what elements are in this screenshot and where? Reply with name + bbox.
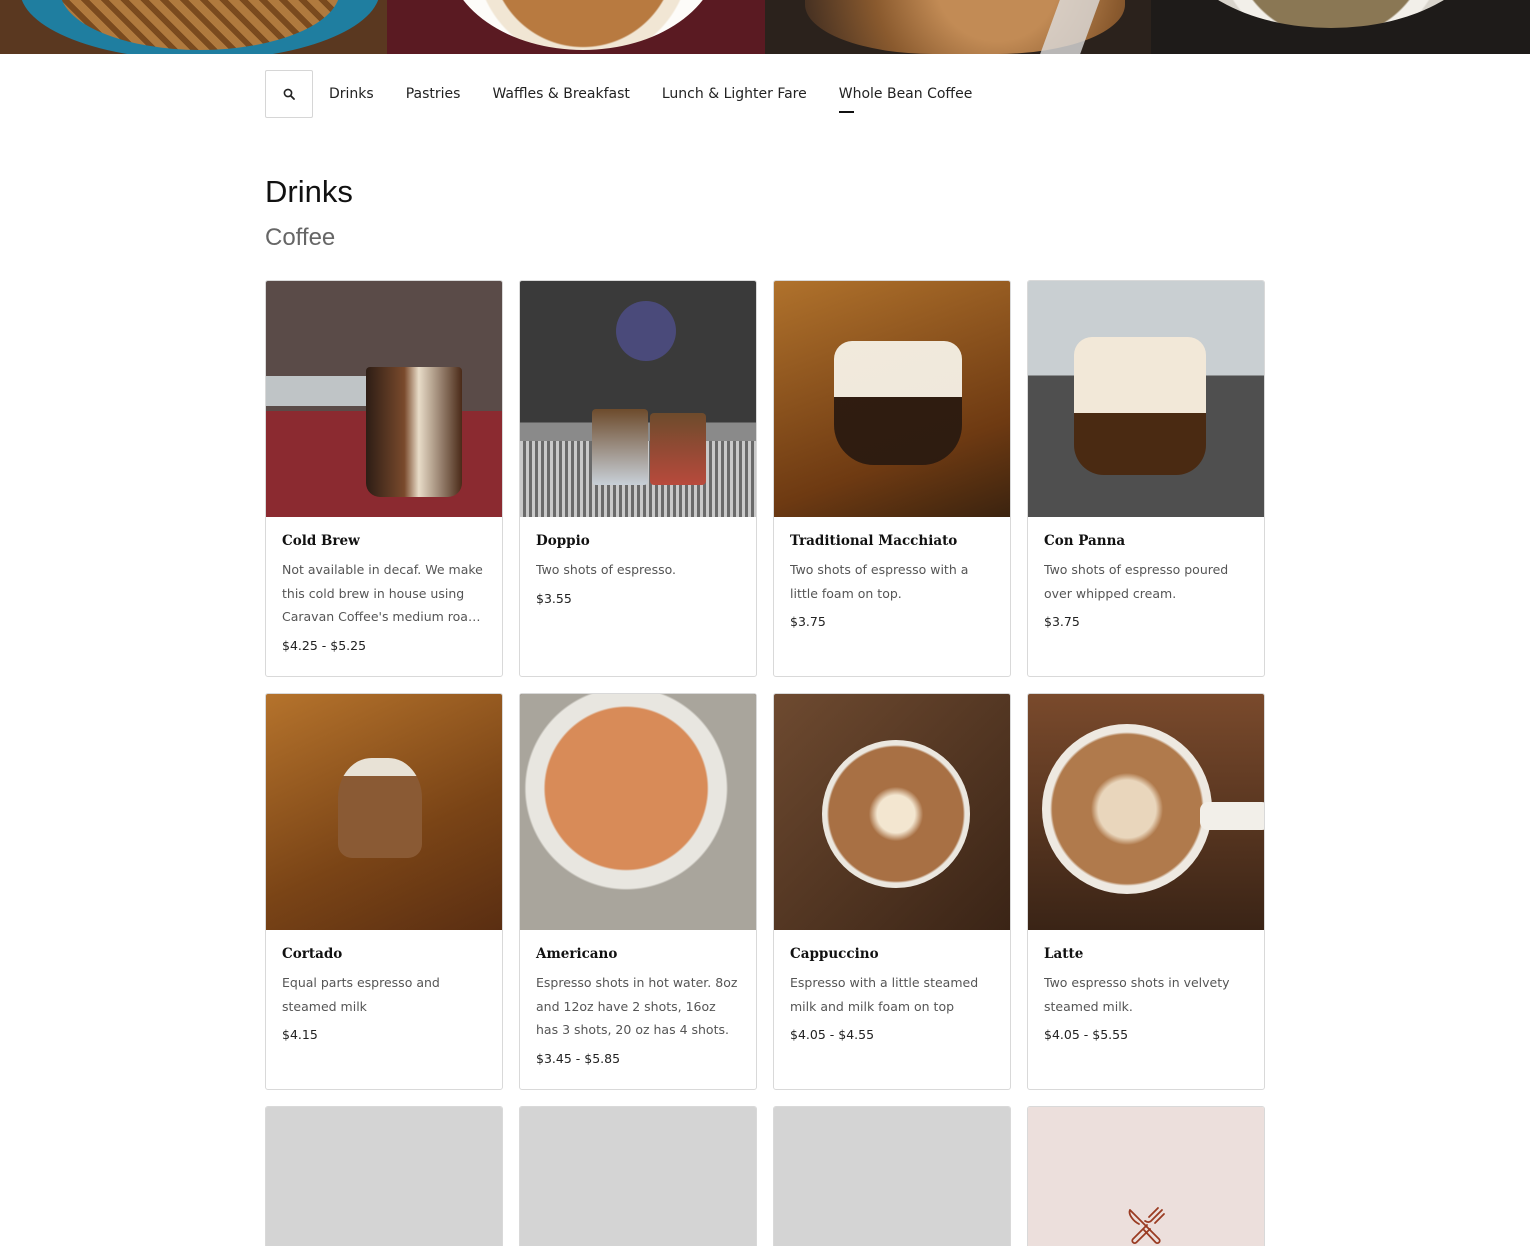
menu-item-image	[774, 694, 1010, 930]
fork-knife-icon	[1128, 1207, 1165, 1244]
menu-item-description: Two shots of espresso poured over whippe…	[1044, 562, 1229, 601]
menu-item-name: Cold Brew	[282, 533, 360, 549]
hero-image-coffee	[1151, 0, 1530, 54]
menu-item-card-loading[interactable]	[265, 1106, 503, 1246]
menu-item-description: Two espresso shots in velvety steamed mi…	[1044, 975, 1230, 1014]
menu-item-name: Traditional Macchiato	[790, 533, 958, 549]
menu-item-description: Equal parts espresso and steamed milk	[282, 975, 440, 1014]
menu-item-description: Two shots of espresso with a little foam…	[790, 562, 969, 601]
menu-item-image-placeholder	[774, 1107, 1010, 1246]
nav-item-pastries[interactable]: Pastries	[406, 80, 461, 108]
menu-item-card[interactable]: Con Panna Two shots of espresso poured o…	[1027, 280, 1265, 677]
menu-item-image	[1028, 281, 1264, 517]
menu-item-image-placeholder	[266, 1107, 502, 1246]
menu-item-price: $4.05 - $4.55	[790, 1027, 875, 1042]
menu-item-card[interactable]: Doppio Two shots of espresso. $3.55	[519, 280, 757, 677]
menu-item-card[interactable]: Cold Brew Not available in decaf. We mak…	[265, 280, 503, 677]
menu-item-image-placeholder	[1028, 1107, 1264, 1246]
hero-image-muffin	[765, 0, 1151, 54]
menu-item-name: Cortado	[282, 946, 343, 962]
hero-image-waffle	[0, 0, 387, 54]
menu-item-card-no-image[interactable]	[1027, 1106, 1265, 1246]
menu-item-card[interactable]: Cappuccino Espresso with a little steame…	[773, 693, 1011, 1090]
menu-item-name: Latte	[1044, 946, 1084, 962]
menu-item-image	[520, 281, 756, 517]
menu-item-card[interactable]: Cortado Equal parts espresso and steamed…	[265, 693, 503, 1090]
menu-item-price: $4.05 - $5.55	[1044, 1027, 1129, 1042]
menu-item-price: $3.55	[536, 590, 572, 606]
menu-item-name: Doppio	[536, 533, 590, 549]
menu-item-price: $3.45 - $5.85	[536, 1050, 621, 1066]
menu-item-card-loading[interactable]	[773, 1106, 1011, 1246]
nav-item-waffles-breakfast[interactable]: Waffles & Breakfast	[492, 80, 629, 108]
menu-item-grid: Cold Brew Not available in decaf. We mak…	[265, 280, 1265, 1246]
menu-item-name: Con Panna	[1044, 533, 1126, 549]
hero-image-latte	[387, 0, 765, 54]
menu-item-name: Cappuccino	[790, 946, 879, 962]
menu-item-description: Espresso shots in hot water. 8oz and 12o…	[536, 975, 738, 1037]
subsection-title: Coffee	[265, 224, 336, 251]
menu-item-image	[1028, 694, 1264, 930]
nav-item-lunch-lighter-fare[interactable]: Lunch & Lighter Fare	[662, 80, 807, 108]
menu-item-price: $4.15	[282, 1027, 318, 1042]
menu-item-card[interactable]: Traditional Macchiato Two shots of espre…	[773, 280, 1011, 677]
menu-item-price: $3.75	[1044, 614, 1080, 629]
menu-item-image	[266, 694, 502, 930]
category-nav: Drinks Pastries Waffles & Breakfast Lunc…	[265, 70, 988, 118]
menu-item-description: Two shots of espresso.	[536, 562, 677, 577]
hero-banner	[0, 0, 1530, 54]
menu-item-name: Americano	[536, 946, 618, 962]
menu-item-image	[774, 281, 1010, 517]
menu-item-card[interactable]: Americano Espresso shots in hot water. 8…	[519, 693, 757, 1090]
menu-item-card[interactable]: Latte Two espresso shots in velvety stea…	[1027, 693, 1265, 1090]
menu-item-image	[520, 694, 756, 930]
search-button[interactable]	[265, 70, 313, 118]
menu-item-image-placeholder	[520, 1107, 756, 1246]
nav-item-whole-bean-coffee[interactable]: Whole Bean Coffee	[838, 80, 972, 113]
menu-item-card-loading[interactable]	[519, 1106, 757, 1246]
menu-item-description: Not available in decaf. We make this col…	[282, 562, 483, 624]
search-icon	[283, 88, 295, 100]
nav-item-drinks[interactable]: Drinks	[329, 80, 374, 108]
section-title: Drinks	[265, 174, 353, 209]
menu-item-price: $4.25 - $5.25	[282, 637, 367, 653]
menu-item-price: $3.75	[790, 614, 826, 629]
menu-item-description: Espresso with a little steamed milk and …	[790, 975, 979, 1014]
menu-item-image	[266, 281, 502, 517]
